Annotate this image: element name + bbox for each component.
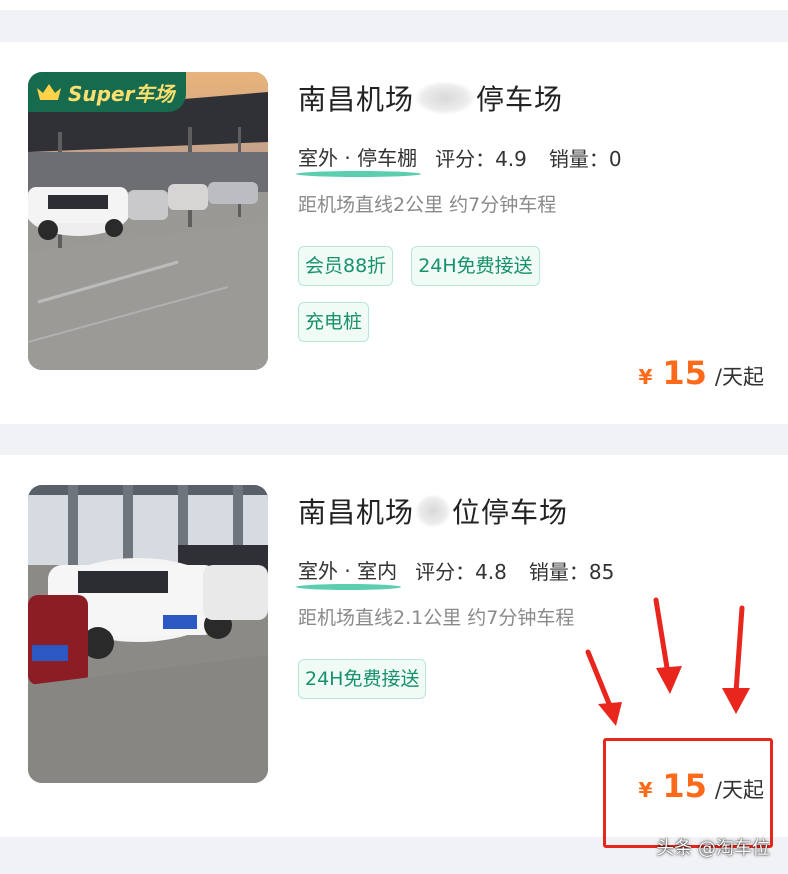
type-highlight: [296, 171, 422, 177]
blurred-text: [416, 495, 451, 527]
super-parking-badge: Super车场: [28, 72, 186, 112]
parking-lot-photo: [28, 485, 268, 783]
listing-card[interactable]: Super车场 南昌机场 停车场 室外 · 停车棚 评分：4.9 销量：0 距机…: [0, 42, 788, 424]
distance-info: 距机场直线2.1公里 约7分钟车程: [298, 607, 575, 629]
price-highlight-box: [603, 738, 773, 848]
feature-tags: 24H免费接送: [298, 659, 618, 699]
listing-title[interactable]: 南昌机场 位停车场: [298, 491, 568, 531]
top-strip: [0, 0, 788, 10]
parking-type: 室外 · 室内: [296, 555, 402, 590]
listing-meta: 室外 · 停车棚 评分：4.9 销量：0: [296, 142, 644, 177]
listing-meta: 室外 · 室内 评分：4.8 销量：85: [296, 555, 636, 590]
price-unit: /天起: [714, 365, 764, 389]
currency-symbol: ¥: [638, 365, 653, 389]
red-arrow-icon: [653, 597, 682, 694]
blurred-text: [416, 82, 475, 114]
watermark: 头条 @淘车位: [656, 838, 770, 859]
distance-info: 距机场直线2公里 约7分钟车程: [298, 194, 557, 216]
sales-count: 销量：0: [548, 147, 622, 171]
tag-free-shuttle: 24H免费接送: [298, 659, 427, 699]
price: ¥ 15 /天起: [638, 354, 764, 392]
tag-member-discount: 会员88折: [298, 246, 394, 286]
listing-title[interactable]: 南昌机场 停车场: [298, 78, 563, 118]
price-amount: 15: [662, 354, 707, 392]
tag-charging-pile: 充电桩: [298, 302, 370, 342]
rating: 评分：4.8: [415, 560, 507, 584]
badge-label: Super车场: [68, 81, 175, 106]
parking-type: 室外 · 停车棚: [296, 142, 422, 177]
type-highlight: [296, 584, 402, 590]
feature-tags: 会员88折 24H免费接送 充电桩: [298, 246, 618, 342]
sales-count: 销量：85: [528, 560, 615, 584]
tag-free-shuttle: 24H免费接送: [411, 246, 540, 286]
rating: 评分：4.9: [435, 147, 527, 171]
parking-lot-photo: Super车场: [28, 72, 268, 370]
red-arrow-icon: [585, 649, 622, 726]
crown-icon: [37, 84, 61, 100]
red-arrow-icon: [722, 605, 750, 714]
